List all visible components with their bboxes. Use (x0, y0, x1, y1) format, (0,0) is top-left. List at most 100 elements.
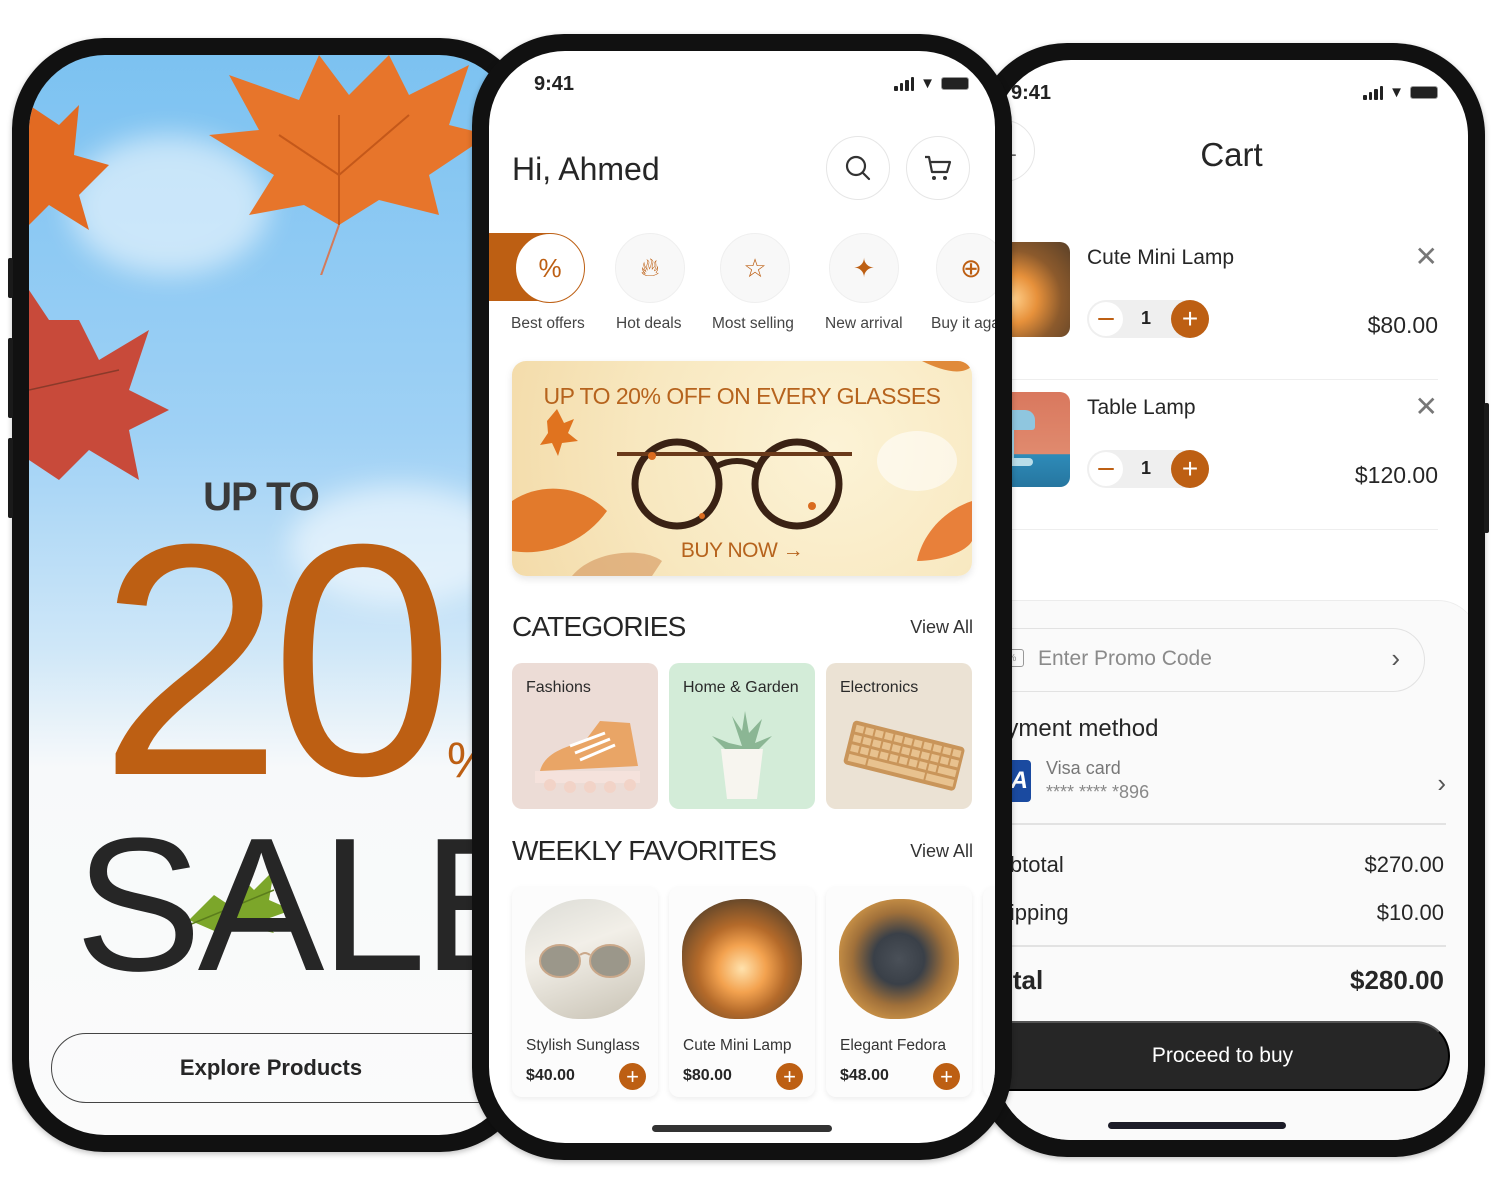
plus-icon: + (1181, 453, 1199, 484)
categories-title: CATEGORIES (512, 611, 686, 642)
flame-icon: 🔥︎ (640, 252, 660, 282)
status-time: 9:41 (534, 73, 575, 95)
product-image-lamp (682, 899, 802, 1019)
wifi-icon: ▼ (1389, 84, 1404, 101)
status-bar: 9:41 ▼ (995, 60, 1468, 120)
category-card-electronics[interactable]: Electronics (826, 663, 972, 809)
phone-sale-screen: UP TO 20 % SALE Explore Products (8, 38, 532, 1152)
remove-item-button[interactable]: ✕ (1415, 390, 1438, 423)
weekly-favorites-title: WEEKLY FAVORITES (512, 835, 777, 866)
quick-category-label: Hot deals (616, 315, 682, 332)
quick-category-label: New arrival (825, 315, 903, 332)
buy-now-link[interactable]: BUY NOW → (512, 539, 972, 563)
headline-sale: SALE (75, 799, 515, 1011)
cart-item-price: $120.00 (1354, 462, 1438, 488)
close-icon: ✕ (1414, 391, 1438, 422)
shipping-value: $10.00 (1376, 900, 1444, 925)
subtotal-value: $270.00 (1364, 852, 1444, 877)
weekly-favorites-view-all-link[interactable]: View All (910, 841, 973, 862)
increase-quantity-button[interactable]: + (1171, 450, 1209, 488)
divider (995, 945, 1446, 947)
phone-side-button (8, 438, 13, 518)
sunglasses-icon (539, 944, 631, 978)
decrease-quantity-button[interactable] (1089, 452, 1123, 486)
add-circle-icon: ⊕ (960, 252, 982, 283)
proceed-to-buy-button[interactable]: Proceed to buy (995, 1021, 1450, 1091)
home-screen: 9:41 ▼ Hi, Ahmed % 🔥︎ ☆ ✦ ⊕ Best offers … (489, 51, 995, 1143)
product-price: $48.00 (840, 1067, 889, 1084)
category-label: Electronics (840, 679, 919, 696)
product-card[interactable]: Cute Mini Lamp $80.00 + (669, 887, 815, 1097)
add-to-cart-button[interactable]: + (619, 1063, 646, 1090)
product-name: Cute Mini Lamp (683, 1037, 792, 1054)
phone-cart-screen: 9:41 ▼ ← Cart Cute Mini Lamp ✕ 1 + $80.0… (975, 43, 1489, 1157)
quick-category-best-offers[interactable]: % (515, 233, 585, 303)
product-image-fedora (839, 899, 959, 1019)
card-name: Visa card (1046, 758, 1121, 778)
divider (995, 823, 1446, 825)
phone-side-button (1484, 403, 1489, 533)
quick-category-buy-again[interactable]: ⊕ (936, 233, 995, 303)
quick-category-new-arrival[interactable]: ✦ (829, 233, 899, 303)
quick-category-most-selling[interactable]: ☆ (720, 233, 790, 303)
add-to-cart-button[interactable]: + (933, 1063, 960, 1090)
quick-category-label: Most selling (712, 315, 794, 332)
quantity-value: 1 (1141, 458, 1152, 478)
total-value: $280.00 (1350, 965, 1444, 995)
product-card[interactable]: Stylish Sunglass $40.00 + (512, 887, 658, 1097)
home-indicator (1108, 1122, 1286, 1129)
quick-category-label: Buy it again (931, 315, 995, 332)
product-card[interactable]: Elegant Fedora $48.00 + (826, 887, 972, 1097)
payment-method-title: Payment method (995, 715, 1159, 742)
maple-leaf-image (29, 290, 169, 480)
status-bar: 9:41 ▼ (489, 51, 995, 111)
product-name: Elegant Fedora (840, 1037, 946, 1054)
product-name: Stylish Sunglass (526, 1037, 640, 1054)
plus-icon: + (940, 1063, 953, 1089)
plus-icon: + (1181, 303, 1199, 334)
increase-quantity-button[interactable]: + (1171, 300, 1209, 338)
product-price: $40.00 (526, 1067, 575, 1084)
category-card-fashions[interactable]: Fashions (512, 663, 658, 809)
explore-products-button[interactable]: Explore Products (51, 1033, 515, 1103)
search-button[interactable] (826, 136, 890, 200)
promo-banner[interactable]: UP TO 20% OFF ON EVERY GLASSES BUY NOW → (512, 361, 972, 576)
cart-button[interactable] (906, 136, 970, 200)
greeting: Hi, Ahmed (512, 151, 660, 187)
eyeglasses-image (617, 438, 852, 530)
quick-category-hot-deals[interactable]: 🔥︎ (615, 233, 685, 303)
quantity-stepper: 1 + (1087, 300, 1209, 338)
promo-code-placeholder: Enter Promo Code (1038, 647, 1212, 670)
banner-title: UP TO 20% OFF ON EVERY GLASSES (543, 383, 941, 409)
plus-icon: + (783, 1063, 796, 1089)
sale-screen: UP TO 20 % SALE Explore Products (29, 55, 515, 1135)
quantity-stepper: 1 + (1087, 450, 1209, 488)
maple-leaf-image (29, 105, 109, 230)
quantity-value: 1 (1141, 308, 1152, 328)
cart-item: Table Lamp ✕ 1 + $120.00 (995, 380, 1438, 530)
product-card[interactable] (983, 887, 995, 1097)
promo-code-input[interactable]: % Enter Promo Code › (995, 628, 1425, 692)
sparkle-icon: ✦ (853, 252, 875, 283)
signal-icon (894, 76, 915, 91)
category-card-home-garden[interactable]: Home & Garden (669, 663, 815, 809)
chevron-right-icon: › (1437, 768, 1446, 798)
cart-item: Cute Mini Lamp ✕ 1 + $80.00 (995, 230, 1438, 380)
remove-item-button[interactable]: ✕ (1415, 240, 1438, 273)
close-icon: ✕ (1414, 241, 1438, 272)
categories-view-all-link[interactable]: View All (910, 617, 973, 638)
page-title: Cart (1200, 136, 1263, 173)
add-to-cart-button[interactable]: + (776, 1063, 803, 1090)
category-label: Fashions (526, 679, 591, 696)
keyboard-image (843, 720, 965, 791)
search-icon (845, 155, 871, 181)
plus-icon: + (626, 1063, 639, 1089)
quick-category-label: Best offers (511, 315, 585, 332)
sneaker-image (535, 721, 640, 793)
phone-home-screen: 9:41 ▼ Hi, Ahmed % 🔥︎ ☆ ✦ ⊕ Best offers … (472, 34, 1012, 1160)
home-indicator (652, 1125, 832, 1132)
phone-side-button (8, 258, 13, 298)
battery-icon (1410, 86, 1438, 99)
decrease-quantity-button[interactable] (1089, 302, 1123, 336)
cart-item-price: $80.00 (1367, 312, 1438, 338)
